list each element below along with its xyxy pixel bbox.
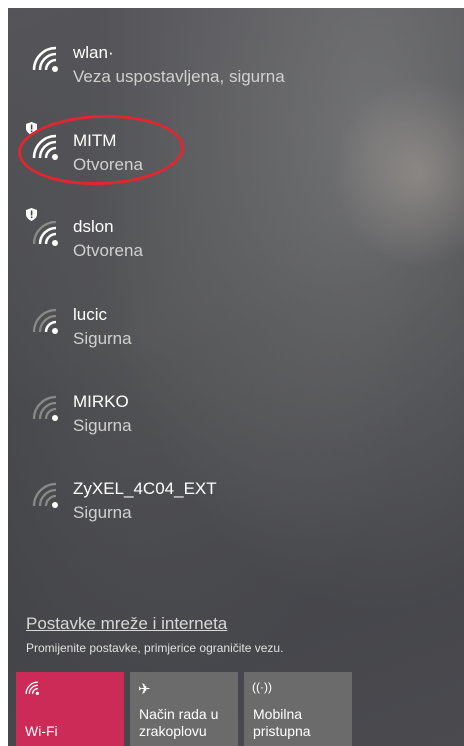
airplane-tile-label-line2: zrakoplovu <box>139 723 207 739</box>
network-name: wlan· <box>73 43 114 62</box>
airplane-tile-label-line1: Način rada u <box>139 706 219 722</box>
wifi-signal-icon <box>32 46 58 72</box>
mobile-tile-label-line2: pristupna <box>253 723 311 739</box>
airplane-icon: ✈ <box>138 681 151 698</box>
network-item-lucic[interactable]: lucic Sigurna <box>8 290 448 378</box>
network-flyout: wlan· Veza uspostavljena, sigurna MITM O… <box>8 8 464 746</box>
wifi-signal-icon <box>32 395 58 421</box>
mobile-hotspot-tile[interactable]: ((·)) Mobilna pristupna <box>244 672 352 746</box>
network-item-mirko[interactable]: MIRKO Sigurna <box>8 377 448 465</box>
mobile-hotspot-icon: ((·)) <box>252 680 272 694</box>
airplane-mode-tile[interactable]: ✈ Način rada u zrakoplovu <box>130 672 238 746</box>
network-item-dslon[interactable]: dslon Otvorena <box>8 202 448 290</box>
network-settings-description: Promijenite postavke, primjerice ogranič… <box>26 641 284 655</box>
wifi-signal-icon <box>32 482 58 508</box>
network-item-zyxel[interactable]: ZyXEL_4C04_EXT Sigurna <box>8 464 448 552</box>
network-item-wlan[interactable]: wlan· Veza uspostavljena, sigurna <box>8 28 448 116</box>
network-status: Otvorena <box>73 241 143 260</box>
network-name: lucic <box>73 305 108 324</box>
network-name: MIRKO <box>73 392 129 411</box>
wifi-tile-label: Wi-Fi <box>25 723 58 739</box>
wifi-toggle-tile[interactable]: Wi-Fi <box>16 672 124 746</box>
wifi-icon <box>25 681 39 695</box>
network-settings-link[interactable]: Postavke mreže i interneta <box>26 614 227 634</box>
network-status: Sigurna <box>73 329 132 348</box>
wifi-signal-icon <box>32 308 58 334</box>
network-status: Sigurna <box>73 416 132 435</box>
mobile-tile-label-line1: Mobilna <box>253 706 303 722</box>
wifi-signal-icon <box>32 220 58 246</box>
network-status: Sigurna <box>73 503 132 522</box>
network-name: ZyXEL_4C04_EXT <box>73 479 217 498</box>
network-name: dslon <box>73 217 114 236</box>
network-status: Veza uspostavljena, sigurna <box>73 67 285 86</box>
